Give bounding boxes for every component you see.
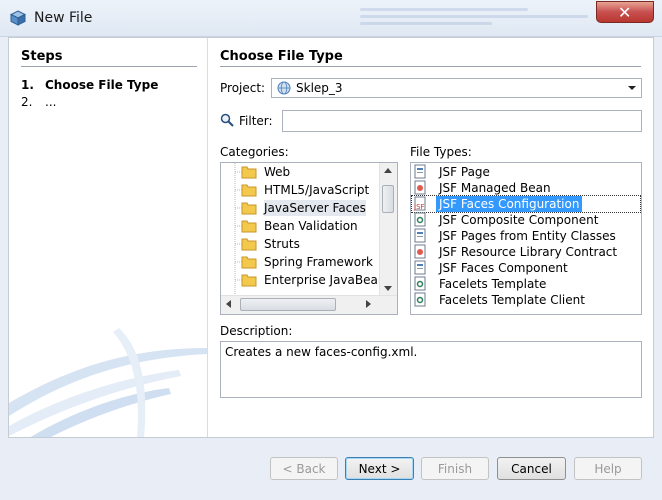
- background-blur: [360, 4, 600, 34]
- step-item: 2....: [21, 95, 56, 109]
- composite-component-icon: [414, 292, 426, 307]
- folder-icon: [241, 184, 257, 197]
- steps-divider: [21, 66, 197, 67]
- file-type-label: JSF Composite Component: [439, 213, 599, 227]
- file-type-label: JSF Page: [439, 165, 490, 179]
- dialog-body: Steps 1. Choose File Type 2.... Choose Fi…: [8, 37, 654, 438]
- project-select[interactable]: Sklep_3: [271, 78, 642, 98]
- steps-heading: Steps: [21, 49, 63, 64]
- cancel-button[interactable]: Cancel: [497, 457, 566, 480]
- step-label: ...: [45, 95, 57, 109]
- back-button[interactable]: < Back: [270, 457, 338, 480]
- category-label: JavaServer Faces: [264, 200, 366, 216]
- step-number: 1.: [21, 78, 34, 92]
- next-button[interactable]: Next >: [345, 457, 414, 480]
- folder-icon: [241, 166, 257, 179]
- category-label: Enterprise JavaBean: [264, 273, 386, 287]
- title-bar: New File ✕: [0, 0, 662, 37]
- chevron-up-icon[interactable]: [384, 168, 392, 173]
- decorative-swoosh: [9, 328, 207, 437]
- file-types-label: File Types:: [410, 145, 472, 159]
- file-type-label: JSF Managed Bean: [439, 181, 551, 195]
- chevron-left-icon[interactable]: [226, 300, 231, 308]
- managed-bean-icon: [414, 180, 426, 195]
- folder-icon: [241, 238, 257, 251]
- project-label: Project:: [220, 81, 266, 95]
- globe-icon: [277, 81, 291, 95]
- filter-label: Filter:: [239, 114, 273, 128]
- file-types-list[interactable]: JSF Page JSF Managed Bean JSF JSF Faces …: [410, 162, 642, 315]
- file-type-label: JSF Faces Configuration: [436, 196, 583, 212]
- finish-button[interactable]: Finish: [421, 457, 489, 480]
- category-label: Struts: [264, 237, 300, 251]
- file-type-label: JSF Resource Library Contract: [439, 245, 618, 259]
- category-label: Spring Framework: [264, 255, 373, 269]
- file-type-item[interactable]: JSF Faces Component: [412, 260, 640, 276]
- svg-text:JSF: JSF: [413, 203, 425, 211]
- folder-icon: [241, 202, 257, 215]
- categories-label: Categories:: [220, 145, 289, 159]
- category-label: HTML5/JavaScript: [264, 183, 370, 197]
- title-divider: [220, 66, 641, 67]
- description-text: Creates a new faces-config.xml.: [225, 345, 418, 359]
- help-button[interactable]: Help: [574, 457, 642, 480]
- file-type-item[interactable]: JSF Managed Bean: [412, 180, 640, 196]
- description-box: Creates a new faces-config.xml.: [220, 341, 642, 398]
- file-type-item[interactable]: JSF Resource Library Contract: [412, 244, 640, 260]
- categories-horizontal-scrollbar[interactable]: [221, 295, 397, 314]
- step-number: 2.: [21, 95, 33, 109]
- file-type-item-selected[interactable]: JSF JSF Faces Configuration: [411, 195, 641, 213]
- step-label: Choose File Type: [45, 78, 159, 92]
- category-label: Bean Validation: [264, 219, 358, 233]
- chevron-right-icon[interactable]: [366, 300, 371, 308]
- description-label: Description:: [220, 324, 293, 338]
- chevron-down-icon[interactable]: [384, 286, 392, 291]
- managed-bean-icon: [414, 244, 426, 259]
- close-button[interactable]: ✕: [596, 1, 654, 23]
- file-type-item[interactable]: JSF Page: [412, 164, 640, 180]
- file-type-label: Facelets Template: [439, 277, 547, 291]
- scrollbar-thumb[interactable]: [382, 185, 394, 213]
- steps-pane: Steps 1. Choose File Type 2....: [9, 38, 208, 437]
- file-type-item[interactable]: Facelets Template: [412, 276, 640, 292]
- file-type-item[interactable]: JSF Composite Component: [412, 212, 640, 228]
- search-icon: [220, 113, 234, 127]
- step-item: 1. Choose File Type: [21, 78, 158, 92]
- scrollbar-thumb[interactable]: [240, 298, 336, 311]
- jsf-page-icon: [414, 228, 426, 243]
- close-icon: ✕: [618, 3, 632, 22]
- file-type-item[interactable]: Facelets Template Client: [412, 292, 640, 308]
- jsf-page-icon: [414, 164, 426, 179]
- composite-component-icon: [414, 212, 426, 227]
- category-label: Web: [264, 165, 291, 179]
- netbeans-cube-icon: [10, 10, 26, 26]
- categories-vertical-scrollbar[interactable]: [379, 163, 397, 296]
- folder-icon: [241, 256, 257, 269]
- categories-tree[interactable]: Web HTML5/JavaScript JavaServer Faces Be…: [220, 162, 398, 315]
- folder-icon: [241, 274, 257, 287]
- file-type-label: JSF Faces Component: [439, 261, 568, 275]
- page-title: Choose File Type: [220, 49, 343, 64]
- file-type-label: JSF Pages from Entity Classes: [439, 229, 616, 243]
- window-title: New File: [34, 10, 93, 26]
- file-type-item[interactable]: JSF Pages from Entity Classes: [412, 228, 640, 244]
- project-value: Sklep_3: [296, 81, 343, 95]
- composite-component-icon: [414, 276, 426, 291]
- faces-config-icon: JSF: [413, 196, 426, 211]
- folder-icon: [241, 220, 257, 233]
- file-type-label: Facelets Template Client: [439, 293, 585, 307]
- jsf-page-icon: [414, 260, 426, 275]
- filter-input[interactable]: [282, 110, 642, 132]
- chevron-down-icon[interactable]: [623, 79, 641, 97]
